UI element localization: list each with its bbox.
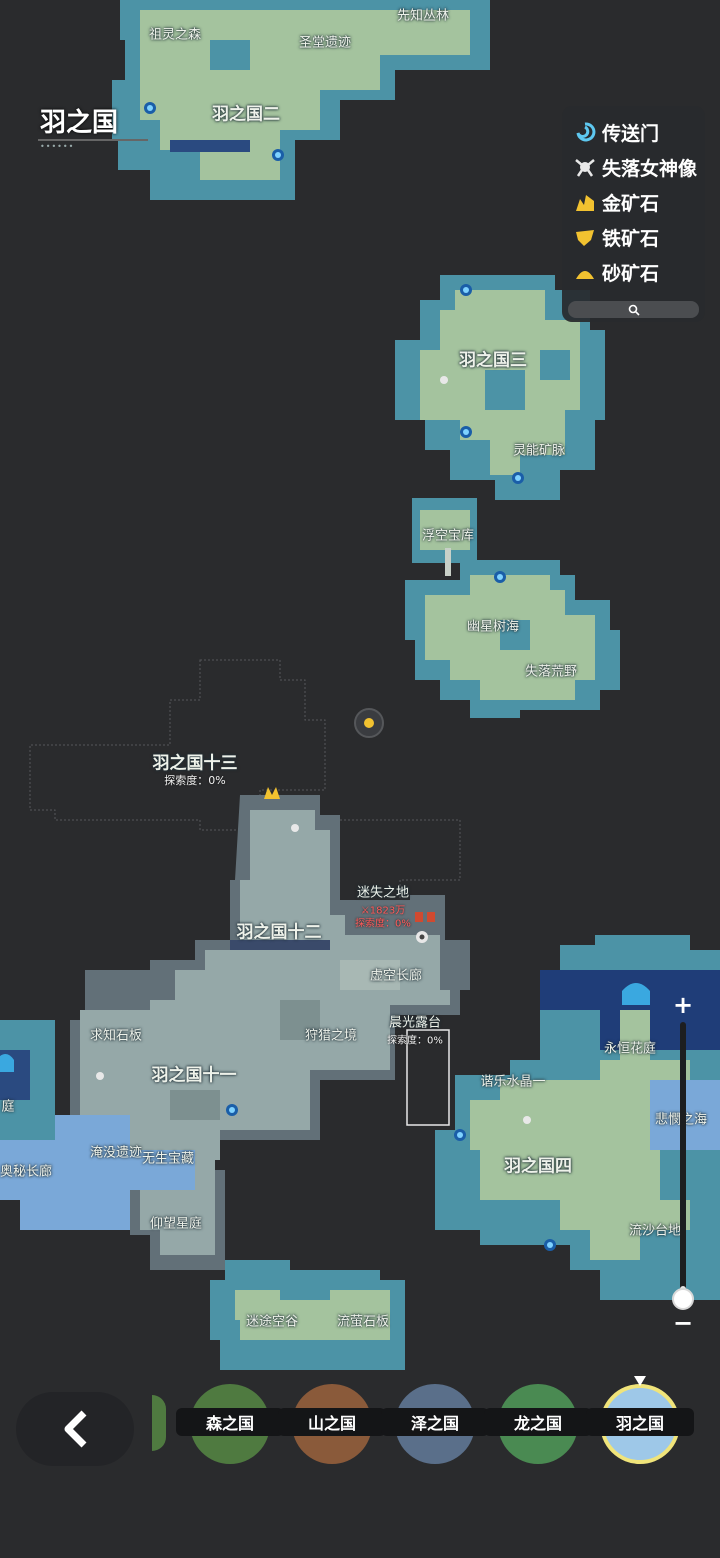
legend-search-button[interactable] [568, 301, 699, 318]
region-button-long[interactable]: 龙之国 [484, 1382, 592, 1466]
region-button-ze[interactable]: 泽之国 [381, 1382, 489, 1466]
legend-item-teleport[interactable]: 传送门 [572, 116, 659, 148]
teleport-icon [144, 102, 156, 114]
map-label: 永恒花庭 [603, 1041, 657, 1057]
back-button[interactable] [16, 1392, 134, 1466]
map-label: 圣堂遗迹 [298, 35, 352, 51]
map-label: 仰望星庭 [149, 1216, 203, 1232]
map-label-region: 羽之国十一 [151, 1065, 237, 1086]
goddess-statue-icon [291, 824, 299, 832]
zoom-slider[interactable] [680, 1022, 686, 1300]
region-label: 泽之国 [381, 1408, 489, 1436]
title-divider [38, 139, 148, 141]
teleport-icon [454, 1129, 466, 1141]
teleport-icon [544, 1239, 556, 1251]
teleport-icon [226, 1104, 238, 1116]
map-label-region: 羽之国二 [212, 104, 280, 125]
map-label-region: 羽之国三 [459, 350, 527, 371]
region-label: 山之国 [278, 1408, 386, 1436]
goddess-statue-icon [96, 1072, 104, 1080]
sand-ore-icon [572, 259, 598, 285]
boss-marker-icon [354, 708, 384, 738]
iron-ore-icon [572, 224, 598, 250]
region-partial [152, 1395, 166, 1451]
goddess-statue-icon [523, 1116, 531, 1124]
exploration-label: 探索度：0% [355, 918, 411, 930]
region-label: 羽之国 [586, 1408, 694, 1436]
zoom-out-button[interactable]: − [671, 1311, 695, 1336]
legend-label: 砂矿石 [602, 262, 660, 285]
teleport-icon [272, 149, 284, 161]
map-label: 迷途空谷 [245, 1314, 299, 1330]
region-button-sen[interactable]: 森之国 [176, 1382, 284, 1466]
zoom-slider-knob[interactable] [672, 1288, 694, 1310]
search-icon [628, 304, 640, 316]
map-label: 幽星树海 [466, 619, 520, 635]
map-label-region: 羽之国十三 [152, 753, 238, 774]
legend-item-sand-ore[interactable]: 砂矿石 [572, 256, 659, 288]
zoom-in-button[interactable]: + [671, 993, 695, 1018]
chevron-left-icon [64, 1410, 87, 1448]
map-legend: 传送门 失落女神像 金矿石 铁矿石 砂矿石 [562, 106, 705, 322]
teleport-swirl-icon [572, 119, 598, 145]
selected-pointer-icon [634, 1376, 646, 1386]
map-label: 谐乐水晶一 [480, 1074, 546, 1090]
map-label: 灵能矿脉 [512, 443, 566, 459]
teleport-icon [460, 284, 472, 296]
goddess-statue-icon [572, 154, 598, 180]
legend-item-iron-ore[interactable]: 铁矿石 [572, 221, 659, 253]
map-label: 奥秘长廊 [0, 1164, 53, 1180]
legend-label: 铁矿石 [602, 227, 660, 250]
region-label: 龙之国 [484, 1408, 592, 1436]
map-label: 晨光露台 [388, 1015, 442, 1031]
map-label: 流沙台地 [628, 1223, 682, 1239]
player-marker-icon [416, 931, 428, 943]
map-label: 祖灵之森 [148, 27, 202, 43]
legend-item-gold-ore[interactable]: 金矿石 [572, 186, 659, 218]
map-label: 先知丛林 [396, 8, 450, 24]
region-button-shan[interactable]: 山之国 [278, 1382, 386, 1466]
map-label: 狩猎之境 [304, 1028, 358, 1044]
gold-ore-icon [264, 787, 280, 799]
map-label: 淹没遗迹 [89, 1145, 143, 1161]
teleport-icon [494, 571, 506, 583]
map-label: 虚空长廊 [369, 968, 423, 984]
map-label: 庭 [1, 1099, 15, 1115]
map-label: 求知石板 [89, 1028, 143, 1044]
map-label-region: 羽之国十二 [236, 922, 322, 943]
legend-item-goddess[interactable]: 失落女神像 [572, 151, 697, 183]
region-label: 森之国 [176, 1408, 284, 1436]
exploration-label: 探索度：0% [164, 774, 226, 787]
map-label: 流萤石板 [336, 1314, 390, 1330]
gold-ore-icon [572, 189, 598, 215]
page-title: 羽之国 [40, 108, 119, 138]
teleport-icon [512, 472, 524, 484]
teleport-icon [460, 426, 472, 438]
map-label: 浮空宝库 [421, 528, 475, 544]
map-label-region: 羽之国四 [504, 1156, 572, 1177]
map-label: 无生宝藏 [141, 1151, 195, 1167]
region-button-yu[interactable]: 羽之国 [586, 1376, 694, 1466]
legend-label: 失落女神像 [602, 157, 698, 180]
exploration-label: 探索度：0% [387, 1035, 443, 1047]
map-label: 失落荒野 [524, 664, 578, 680]
map-label: 迷失之地 [356, 885, 410, 901]
legend-label: 金矿石 [602, 192, 660, 215]
legend-label: 传送门 [602, 122, 660, 145]
goddess-statue-icon [440, 376, 448, 384]
title-dots: •••••• [40, 142, 75, 151]
